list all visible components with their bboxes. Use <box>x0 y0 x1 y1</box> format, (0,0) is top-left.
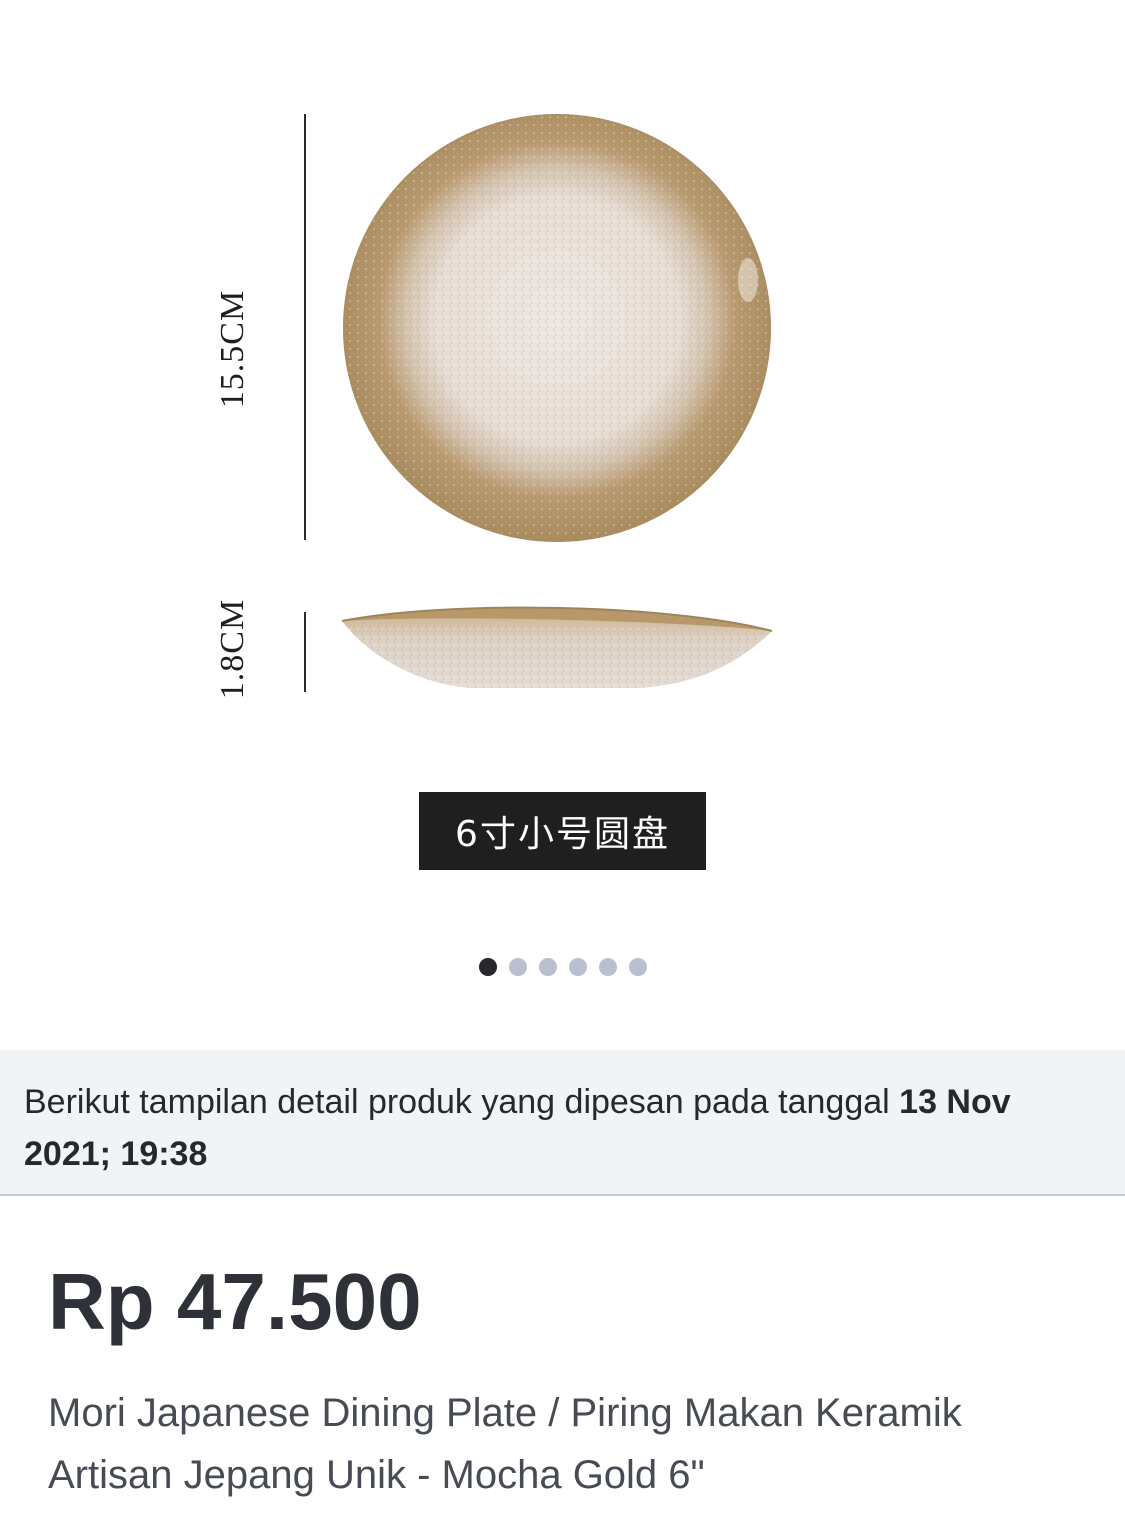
height-dimension-line <box>304 612 306 692</box>
height-label: 1.8CM <box>214 598 251 700</box>
carousel-dot-6[interactable] <box>628 958 647 976</box>
variant-tag: 6寸小号圆盘 <box>419 792 706 870</box>
carousel-dot-2[interactable] <box>508 958 527 976</box>
carousel-dot-5[interactable] <box>598 958 617 976</box>
carousel-dot-4[interactable] <box>568 958 587 976</box>
product-image-carousel[interactable]: 15.5CM 1.8CM 6寸小号圆盘 <box>0 0 1125 1050</box>
product-price: Rp 47.500 <box>48 1257 422 1346</box>
carousel-dots <box>0 958 1125 976</box>
plate-top-view <box>341 114 773 688</box>
order-info-banner: Berikut tampilan detail produk yang dipe… <box>0 1050 1125 1196</box>
product-name: Mori Japanese Dining Plate / Piring Maka… <box>48 1391 962 1497</box>
product-image[interactable]: 15.5CM 1.8CM 6寸小号圆盘 <box>0 0 1125 930</box>
carousel-dot-1[interactable] <box>478 958 497 976</box>
carousel-dot-3[interactable] <box>538 958 557 976</box>
order-info-text: Berikut tampilan detail produk yang dipe… <box>24 1083 900 1121</box>
